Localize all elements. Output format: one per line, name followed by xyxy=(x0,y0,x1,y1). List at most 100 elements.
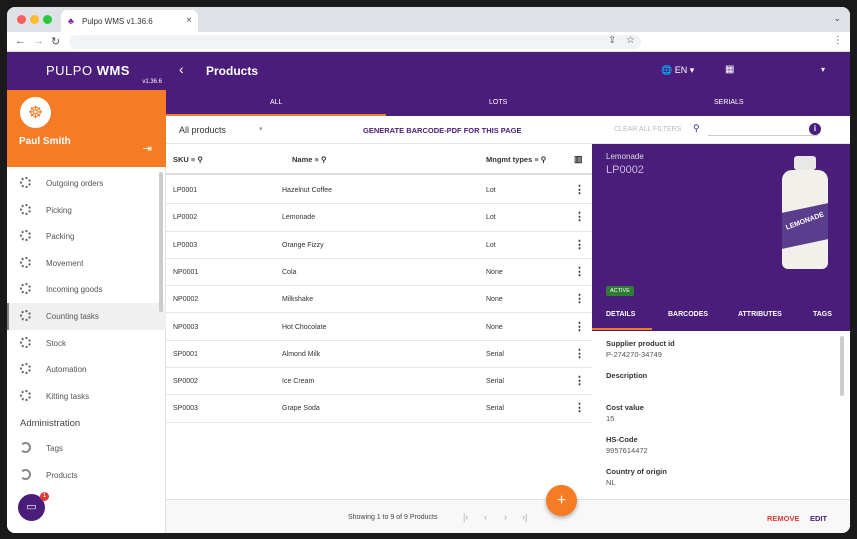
language-value: EN xyxy=(674,65,688,75)
table-row[interactable]: SP0001 Almond Milk Serial ⋮ xyxy=(166,341,592,369)
search-icon[interactable]: ⚲ xyxy=(693,123,700,134)
sidebar-item-picking[interactable]: Picking xyxy=(7,197,166,224)
building-icon[interactable]: ▦ xyxy=(725,64,734,75)
table-row[interactable]: NP0001 Cola None ⋮ xyxy=(166,259,592,287)
column-header-sku[interactable]: SKU ≡ ⚲ xyxy=(173,155,203,164)
columns-icon[interactable]: ▥ xyxy=(574,154,583,165)
sidebar-item-label: Automation xyxy=(46,365,87,375)
sidebar-item-automation[interactable]: Automation xyxy=(7,356,166,383)
back-chevron-icon[interactable]: ‹ xyxy=(179,61,184,77)
column-header-mgmt[interactable]: Mngmt types ≡ ⚲ xyxy=(486,155,546,164)
column-header-name[interactable]: Name ≡ ⚲ xyxy=(292,155,326,164)
sidebar-item-movement[interactable]: Movement xyxy=(7,250,166,277)
browser-tab[interactable]: ♣ Pulpo WMS v1.36.6 × xyxy=(61,10,198,32)
table-row[interactable]: SP0003 Grape Soda Serial ⋮ xyxy=(166,395,592,423)
filter-bar: All products ▾ GENERATE BARCODE-PDF FOR … xyxy=(166,116,850,144)
address-field[interactable] xyxy=(69,35,641,49)
bookmark-star-icon[interactable]: ☆ xyxy=(626,35,635,46)
table-row[interactable]: LP0003 Orange Fizzy Lot ⋮ xyxy=(166,232,592,259)
remove-button[interactable]: REMOVE xyxy=(767,514,800,523)
user-name: Paul Smith xyxy=(19,136,71,147)
cell-mgmt: Lot xyxy=(486,241,496,249)
pie-icon xyxy=(20,468,31,480)
sidebar-item-counting-tasks[interactable]: Counting tasks xyxy=(7,302,166,330)
table-row[interactable]: LP0002 Lemonade Lot ⋮ xyxy=(166,204,592,232)
chevron-down-icon[interactable]: ▾ xyxy=(259,125,263,133)
account-dropdown-icon[interactable]: ▾ xyxy=(821,65,825,74)
sidebar-item-products[interactable]: Products xyxy=(7,462,166,489)
sidebar-item-label: Stock xyxy=(46,338,67,348)
row-menu-icon[interactable]: ⋮ xyxy=(574,210,585,223)
table-row[interactable]: LP0001 Hazelnut Coffee Lot ⋮ xyxy=(166,177,592,205)
sidebar-item-tags[interactable]: Tags xyxy=(7,435,166,462)
menu-item-icon xyxy=(20,203,31,215)
row-menu-icon[interactable]: ⋮ xyxy=(574,347,585,360)
tab-attributes[interactable]: ATTRIBUTES xyxy=(738,311,782,318)
cell-mgmt: Lot xyxy=(486,214,496,222)
page-title: Products xyxy=(206,64,259,78)
cell-name: Milkshake xyxy=(282,296,314,304)
detail-fields: Supplier product id P-274270-34749 Descr… xyxy=(592,331,850,499)
cell-name: Almond Milk xyxy=(282,350,321,358)
table-row[interactable]: NP0003 Hot Chocolate None ⋮ xyxy=(166,314,592,341)
row-menu-icon[interactable]: ⋮ xyxy=(574,265,585,278)
field-label: Description xyxy=(606,371,648,380)
row-menu-icon[interactable]: ⋮ xyxy=(574,374,585,387)
search-input[interactable] xyxy=(708,135,818,136)
app-version: v1.36.6 xyxy=(142,79,162,85)
sidebar-item-outgoing-orders[interactable]: Outgoing orders xyxy=(7,170,166,197)
forward-arrow-icon[interactable]: → xyxy=(33,35,44,47)
first-page-icon[interactable]: |‹ xyxy=(463,512,468,522)
sidebar-item-packing[interactable]: Packing xyxy=(7,223,166,250)
clear-filters-button[interactable]: CLEAR ALL FILTERS xyxy=(614,126,681,133)
tab-close-icon[interactable]: × xyxy=(186,15,192,26)
tab-tags[interactable]: TAGS xyxy=(813,311,832,318)
next-page-icon[interactable]: › xyxy=(504,512,507,522)
add-product-button[interactable]: + xyxy=(546,485,577,516)
tab-details[interactable]: DETAILS xyxy=(606,311,635,318)
tab-list-chevron-icon[interactable]: ⌄ xyxy=(833,13,841,24)
maximize-window-icon[interactable] xyxy=(43,15,52,24)
language-select[interactable]: 🌐 EN ▾ xyxy=(661,65,694,76)
table-row[interactable]: SP0002 Ice Cream Serial ⋮ xyxy=(166,368,592,396)
menu-item-icon xyxy=(20,309,31,321)
prev-page-icon[interactable]: ‹ xyxy=(484,512,487,522)
share-icon[interactable]: ⇪ xyxy=(608,35,616,46)
cell-mgmt: Serial xyxy=(486,378,504,386)
product-detail-panel: Lemonade LP0002 LEMONADE DETAILS BARCODE… xyxy=(592,144,850,499)
menu-item-icon xyxy=(20,177,31,188)
cell-sku: SP0001 xyxy=(173,350,198,358)
tab-barcodes[interactable]: BARCODES xyxy=(668,311,708,318)
edit-button[interactable]: EDIT xyxy=(810,514,827,523)
avatar[interactable]: ☸ xyxy=(20,97,51,128)
sidebar-item-kitting-tasks[interactable]: Kitting tasks xyxy=(7,383,166,410)
chat-button[interactable]: ▭ 1 xyxy=(18,492,49,521)
detail-product-name: Lemonade xyxy=(606,152,644,161)
minimize-window-icon[interactable] xyxy=(30,15,39,24)
product-filter-select[interactable]: All products xyxy=(179,125,226,135)
info-icon[interactable]: i xyxy=(809,123,821,135)
tab-serials[interactable]: SERIALS xyxy=(714,99,744,106)
sidebar-item-stock[interactable]: Stock xyxy=(7,330,166,357)
logout-icon[interactable]: ⇥ xyxy=(143,142,152,155)
field-label: HS-Code xyxy=(606,435,638,444)
sidebar-scrollbar[interactable] xyxy=(159,172,163,312)
generate-barcode-button[interactable]: GENERATE BARCODE-PDF FOR THIS PAGE xyxy=(363,126,521,135)
back-arrow-icon[interactable]: ← xyxy=(15,35,26,47)
tab-lots[interactable]: LOTS xyxy=(489,99,507,106)
table-row[interactable]: NP0002 Milkshake None ⋮ xyxy=(166,286,592,314)
tab-all[interactable]: ALL xyxy=(270,99,282,106)
row-menu-icon[interactable]: ⋮ xyxy=(574,238,585,251)
row-menu-icon[interactable]: ⋮ xyxy=(574,401,585,414)
last-page-icon[interactable]: ›| xyxy=(522,512,527,522)
pagination-summary: Showing 1 to 9 of 9 Products xyxy=(348,514,438,521)
row-menu-icon[interactable]: ⋮ xyxy=(574,183,585,196)
row-menu-icon[interactable]: ⋮ xyxy=(574,320,585,333)
close-window-icon[interactable] xyxy=(17,15,26,24)
detail-scrollbar[interactable] xyxy=(840,336,844,396)
row-menu-icon[interactable]: ⋮ xyxy=(574,292,585,305)
sidebar-item-incoming-goods[interactable]: Incoming goods xyxy=(7,276,166,303)
browser-menu-icon[interactable]: ⋮ xyxy=(833,35,843,46)
page-header: ‹ Products 🌐 EN ▾ ▦ ▾ ALL LOTS SERIALS xyxy=(166,52,850,116)
reload-icon[interactable]: ↻ xyxy=(51,35,60,48)
